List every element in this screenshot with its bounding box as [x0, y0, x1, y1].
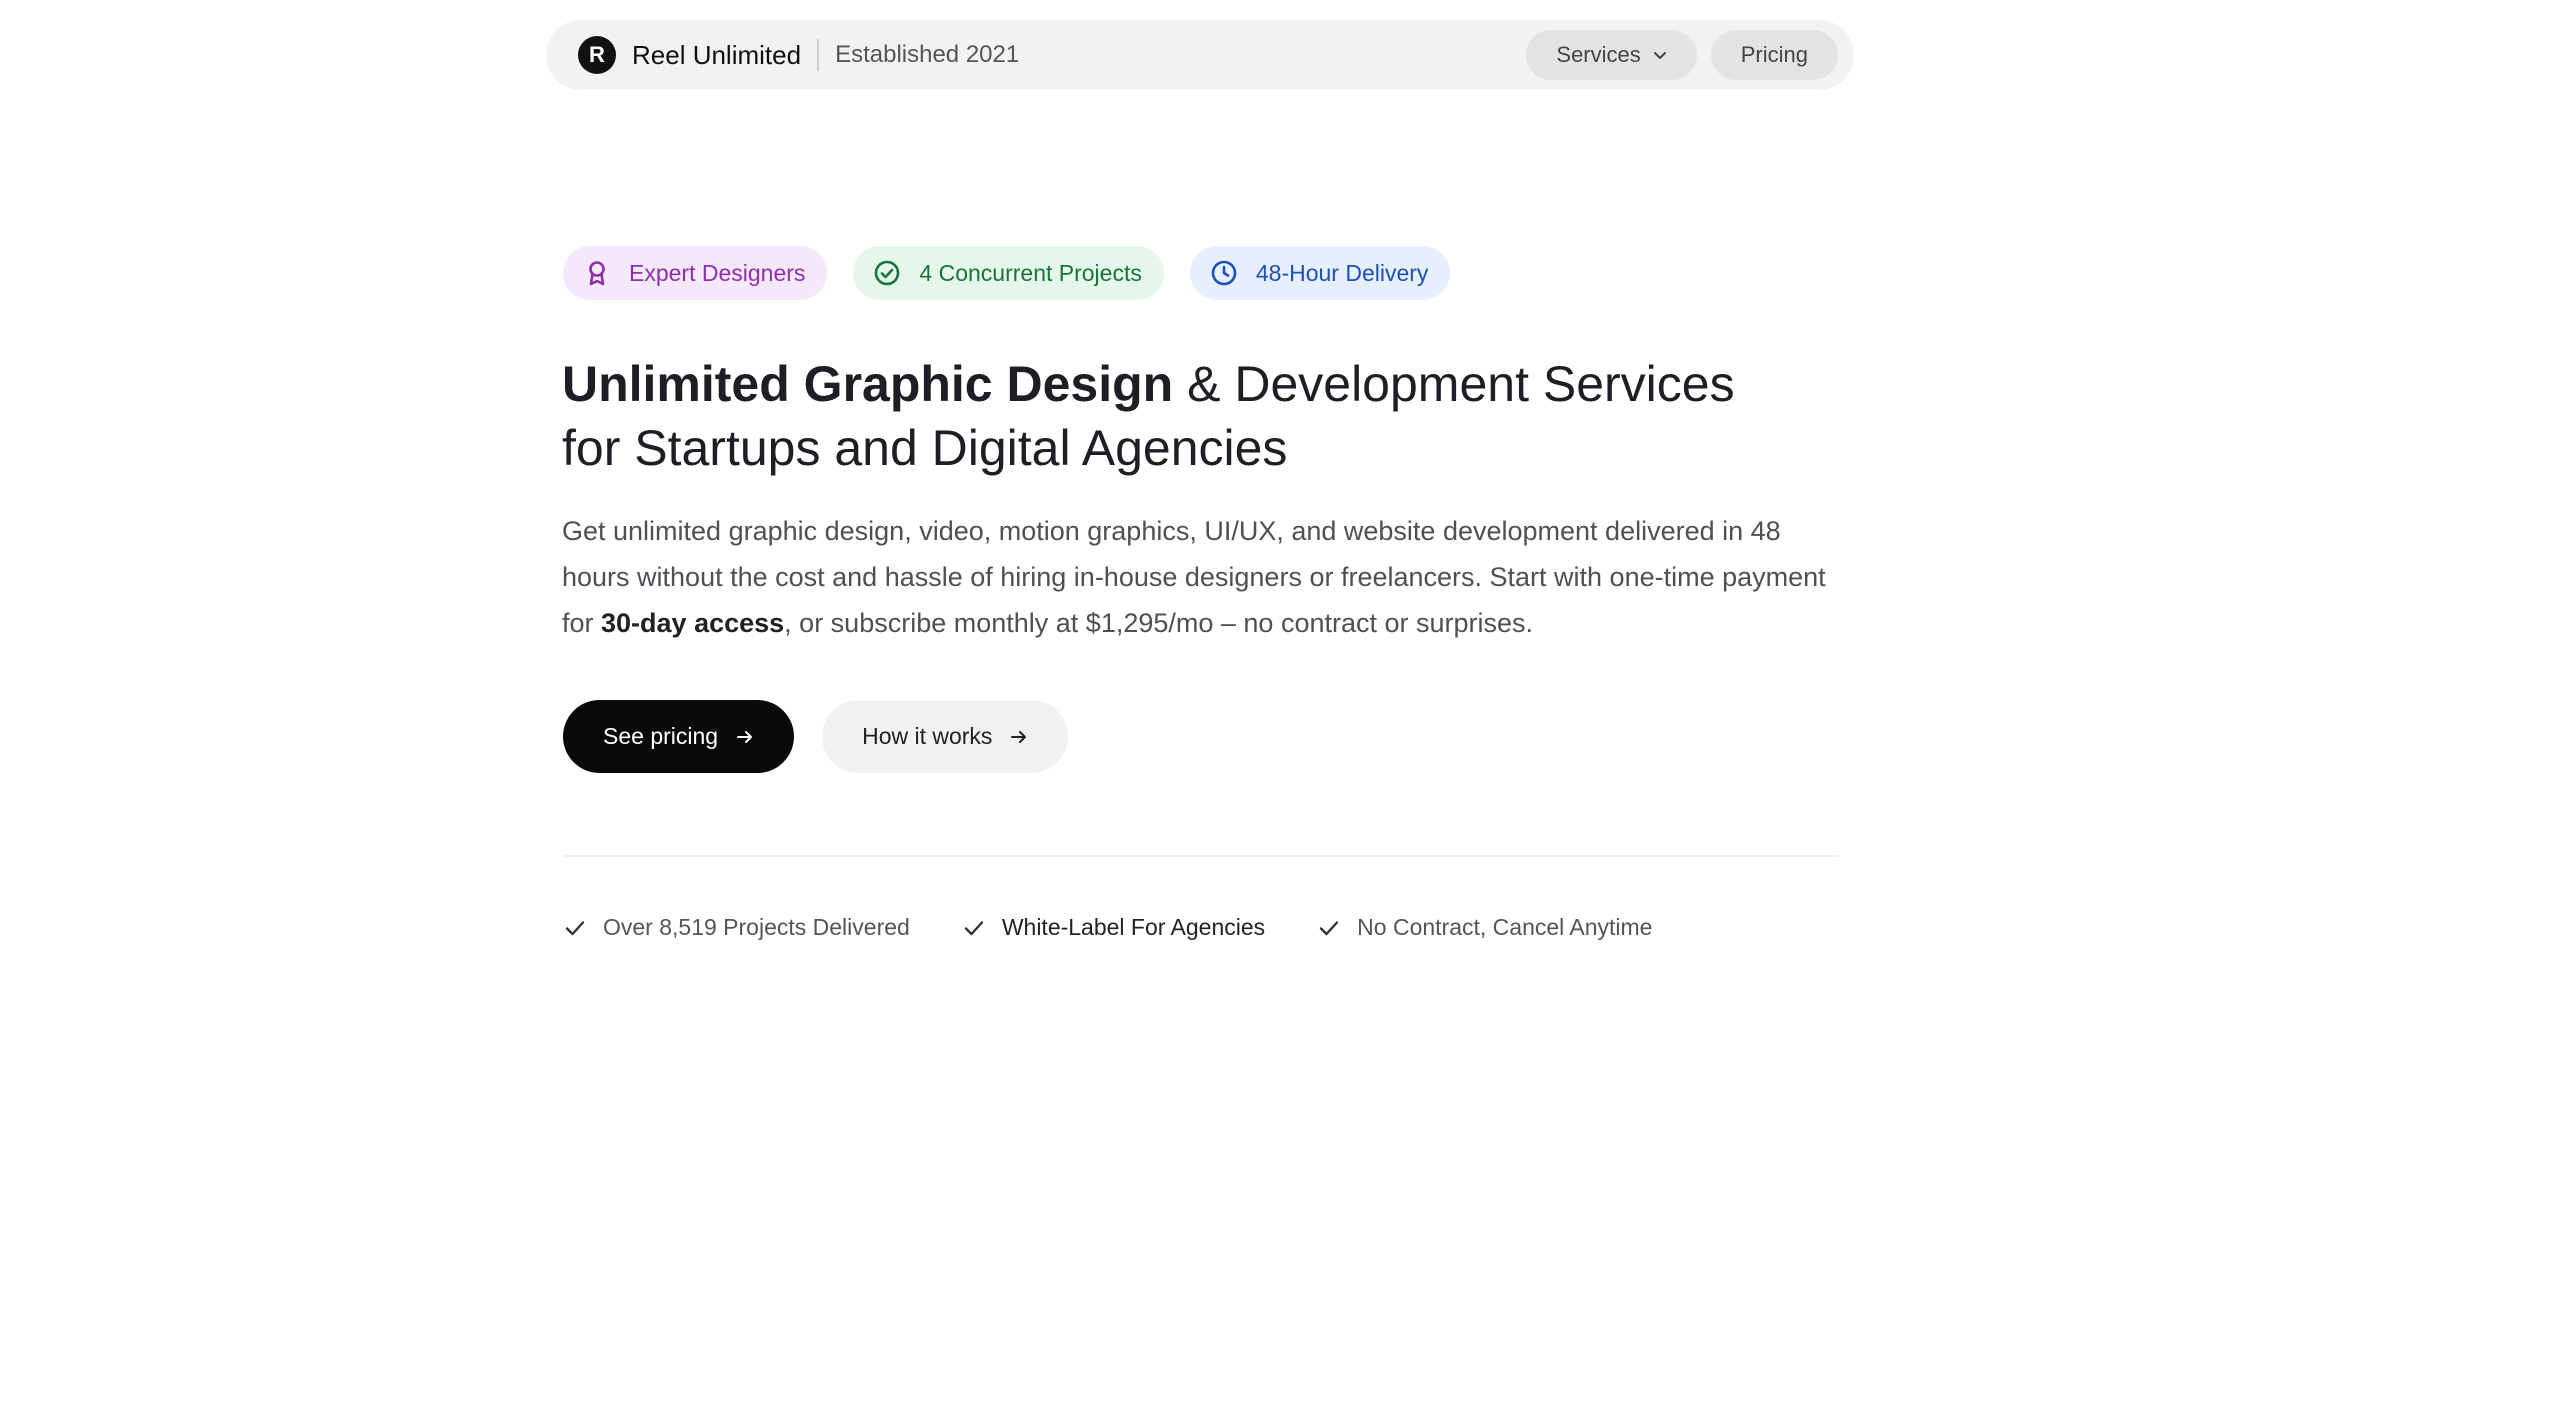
badge-expert-designers: Expert Designers [563, 246, 828, 300]
section-divider [563, 855, 1838, 857]
feature-label: Over 8,519 Projects Delivered [603, 914, 910, 940]
award-icon [589, 261, 605, 286]
highlight-badges: Expert Designers 4 Concurrent Projects 4… [563, 246, 1451, 300]
page: R Reel Unlimited Established 2021 Servic… [0, 0, 2560, 1427]
hero-description: Get unlimited graphic design, video, mot… [562, 508, 1837, 646]
feature-item: White-Label For Agencies [962, 914, 1265, 941]
desc-part2: , or subscribe monthly at $1,295/mo – no… [784, 608, 1534, 638]
feature-item: Over 8,519 Projects Delivered [563, 914, 910, 941]
brand-divider [817, 39, 820, 71]
check-icon [964, 920, 984, 935]
how-it-works-label: How it works [862, 723, 993, 749]
desc-bold: 30-day access [601, 608, 785, 638]
arrow-right-icon [1011, 730, 1027, 743]
see-pricing-label: See pricing [603, 723, 719, 749]
cta-group: See pricing How it works [563, 700, 1069, 773]
services-menu-button[interactable]: Services [1526, 30, 1697, 80]
feature-list: Over 8,519 Projects Delivered White-Labe… [563, 914, 1652, 941]
nav-links: Services Pricing [1526, 30, 1838, 80]
brand[interactable]: R Reel Unlimited Established 2021 [562, 36, 1019, 74]
chevron-down-icon [1653, 52, 1666, 59]
see-pricing-button[interactable]: See pricing [563, 700, 795, 773]
pricing-link[interactable]: Pricing [1710, 30, 1838, 80]
brand-name: Reel Unlimited [632, 39, 802, 70]
check-icon [1319, 920, 1339, 935]
badge-48-hour-delivery: 48-Hour Delivery [1189, 246, 1451, 300]
how-it-works-button[interactable]: How it works [822, 700, 1069, 773]
pricing-label: Pricing [1740, 42, 1808, 67]
badge-label: Expert Designers [629, 259, 806, 286]
check-icon [565, 920, 585, 935]
brand-logo: R [578, 36, 616, 74]
badge-concurrent-projects: 4 Concurrent Projects [853, 246, 1164, 300]
headline-strong: Unlimited Graphic Design [562, 356, 1174, 412]
check-circle-icon [875, 260, 900, 286]
badge-label: 48-Hour Delivery [1255, 259, 1429, 286]
arrow-right-icon [737, 730, 753, 743]
feature-label: White-Label For Agencies [1001, 914, 1266, 940]
services-label: Services [1556, 42, 1641, 67]
feature-label: No Contract, Cancel Anytime [1357, 914, 1653, 940]
badge-label: 4 Concurrent Projects [919, 259, 1142, 286]
hero-headline: Unlimited Graphic Design & Development S… [562, 352, 1762, 480]
top-nav: R Reel Unlimited Established 2021 Servic… [546, 20, 1854, 90]
feature-item: No Contract, Cancel Anytime [1317, 914, 1652, 941]
established-text: Established 2021 [835, 41, 1020, 68]
clock-icon [1211, 260, 1237, 286]
